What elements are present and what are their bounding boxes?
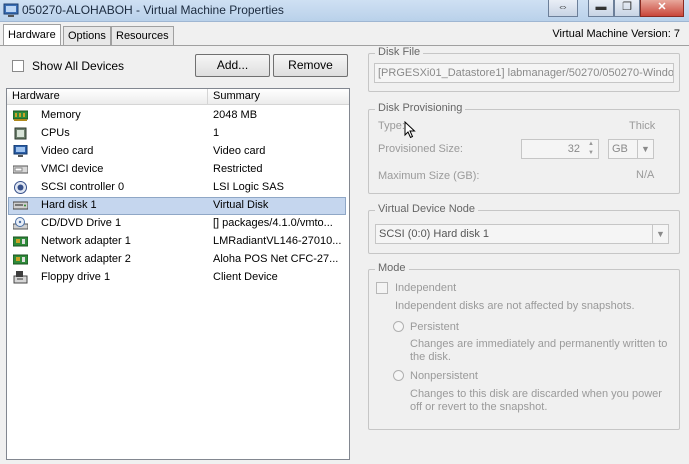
virtual-device-node-dropdown[interactable]: SCSI (0:0) Hard disk 1 ▼ <box>375 224 669 244</box>
mode-label: Mode <box>375 262 409 274</box>
show-all-devices-label: Show All Devices <box>32 59 125 73</box>
nonpersistent-description-line1: Changes to this disk are discarded when … <box>410 388 662 400</box>
hardware-summary: 2048 MB <box>213 109 258 121</box>
hardware-row-network-adapter-1[interactable]: Network adapter 1 LMRadiantVL146-27010..… <box>8 233 346 251</box>
vm-app-icon <box>3 3 19 17</box>
hardware-row-floppy-drive[interactable]: Floppy drive 1 Client Device <box>8 269 346 287</box>
hardware-row-network-adapter-2[interactable]: Network adapter 2 Aloha POS Net CFC-27..… <box>8 251 346 269</box>
hardware-summary: Restricted <box>213 163 263 175</box>
hardware-name: CD/DVD Drive 1 <box>41 217 122 229</box>
persistent-description-line2: the disk. <box>410 351 451 363</box>
network-adapter-icon <box>13 236 28 247</box>
disk-file-field[interactable]: [PRGESXi01_Datastore1] labmanager/50270/… <box>374 63 674 83</box>
tab-divider <box>0 45 689 46</box>
spinner-arrows-icon[interactable]: ▲ ▼ <box>585 140 597 158</box>
mouse-cursor-icon <box>404 121 416 139</box>
provisioned-size-value: 32 <box>567 143 580 155</box>
hardware-summary: Virtual Disk <box>213 199 269 211</box>
hardware-row-cpus[interactable]: CPUs 1 <box>8 125 346 143</box>
window-title: 050270-ALOHABOH - Virtual Machine Proper… <box>22 3 284 17</box>
hardware-name: SCSI controller 0 <box>41 181 125 193</box>
show-all-devices-checkbox[interactable] <box>12 60 24 72</box>
hardware-row-cd-dvd-drive[interactable]: CD/DVD Drive 1 [] packages/4.1.0/vmto... <box>8 215 346 233</box>
nonpersistent-radio[interactable] <box>393 370 404 381</box>
hard-disk-icon <box>13 201 28 210</box>
persistent-description-line1: Changes are immediately and permanently … <box>410 338 668 350</box>
virtual-device-node-group: Virtual Device Node SCSI (0:0) Hard disk… <box>368 203 680 254</box>
hardware-name: Video card <box>41 145 94 157</box>
mode-group: Mode Independent Independent disks are n… <box>368 262 680 430</box>
max-size-value: N/A <box>636 169 655 181</box>
remove-button[interactable]: Remove <box>273 54 348 77</box>
type-value: Thick <box>629 120 656 132</box>
tab-resources[interactable]: Resources <box>111 26 174 46</box>
max-size-label: Maximum Size (GB): <box>378 170 480 182</box>
hardware-summary: [] packages/4.1.0/vmto... <box>213 217 333 229</box>
network-adapter-icon <box>13 254 28 265</box>
title-bar[interactable]: 050270-ALOHABOH - Virtual Machine Proper… <box>0 0 689 22</box>
add-button[interactable]: Add... <box>195 54 270 77</box>
virtual-device-node-label: Virtual Device Node <box>375 203 479 215</box>
hardware-summary: 1 <box>213 127 220 139</box>
hardware-row-hard-disk[interactable]: Hard disk 1 Virtual Disk <box>8 197 346 215</box>
hardware-name: Network adapter 2 <box>41 253 131 265</box>
virtual-device-node-value: SCSI (0:0) Hard disk 1 <box>379 228 490 240</box>
disk-provisioning-group: Disk Provisioning Type: Thick Provisione… <box>368 102 680 194</box>
hardware-summary: Video card <box>213 145 266 157</box>
independent-label: Independent <box>395 282 457 294</box>
type-label: Type: <box>378 120 405 132</box>
chevron-down-icon: ▼ <box>637 140 653 158</box>
provisioned-size-spinner[interactable]: 32 ▲ ▼ <box>521 139 599 159</box>
hardware-list-header: Hardware Summary <box>7 89 349 105</box>
hardware-row-scsi-controller[interactable]: SCSI controller 0 LSI Logic SAS <box>8 179 346 197</box>
video-card-icon <box>13 145 28 157</box>
memory-icon <box>13 110 28 121</box>
provisioned-size-label: Provisioned Size: <box>378 143 463 155</box>
cd-dvd-icon <box>13 217 28 230</box>
hardware-summary: LSI Logic SAS <box>213 181 284 193</box>
independent-checkbox[interactable] <box>376 282 388 294</box>
hardware-summary: LMRadiantVL146-27010... <box>213 235 342 247</box>
floppy-drive-icon <box>13 271 28 284</box>
independent-description: Independent disks are not affected by sn… <box>395 300 635 312</box>
hardware-name: Floppy drive 1 <box>41 271 111 283</box>
close-button[interactable]: ✕ <box>640 0 684 17</box>
nonpersistent-label: Nonpersistent <box>410 370 478 382</box>
hardware-name: Network adapter 1 <box>41 235 131 247</box>
unit-dropdown[interactable]: GB ▼ <box>608 139 654 159</box>
hardware-row-video-card[interactable]: Video card Video card <box>8 143 346 161</box>
scsi-controller-icon <box>14 181 27 194</box>
tab-options[interactable]: Options <box>63 26 111 46</box>
tab-hardware[interactable]: Hardware <box>3 24 61 46</box>
persistent-radio[interactable] <box>393 321 404 332</box>
hardware-summary: Client Device <box>213 271 278 283</box>
disk-file-group: Disk File [PRGESXi01_Datastore1] labmana… <box>368 46 680 92</box>
column-divider[interactable] <box>207 89 208 105</box>
hardware-name: Hard disk 1 <box>41 199 97 211</box>
disk-file-label: Disk File <box>375 46 424 58</box>
disk-provisioning-label: Disk Provisioning <box>375 102 466 114</box>
vmci-device-icon <box>13 165 28 174</box>
cpu-icon <box>14 127 27 140</box>
background-tab-button[interactable]: ⇔ <box>548 0 578 17</box>
unit-value: GB <box>612 143 628 155</box>
column-header-hardware[interactable]: Hardware <box>12 90 60 102</box>
column-header-summary[interactable]: Summary <box>213 90 260 102</box>
hardware-list[interactable]: Hardware Summary Memory 2048 MB CPUs 1 V… <box>6 88 350 460</box>
vm-version-label: Virtual Machine Version: 7 <box>552 28 680 40</box>
restore-button[interactable]: ❐ <box>614 0 640 17</box>
hardware-name: Memory <box>41 109 81 121</box>
hardware-row-memory[interactable]: Memory 2048 MB <box>8 107 346 125</box>
hardware-name: VMCI device <box>41 163 104 175</box>
minimize-button[interactable]: ▬ <box>588 0 614 17</box>
hardware-name: CPUs <box>41 127 70 139</box>
chevron-down-icon: ▼ <box>652 225 668 243</box>
hardware-summary: Aloha POS Net CFC-27... <box>213 253 339 265</box>
persistent-label: Persistent <box>410 321 459 333</box>
nonpersistent-description-line2: off or revert to the snapshot. <box>410 401 548 413</box>
hardware-row-vmci-device[interactable]: VMCI device Restricted <box>8 161 346 179</box>
